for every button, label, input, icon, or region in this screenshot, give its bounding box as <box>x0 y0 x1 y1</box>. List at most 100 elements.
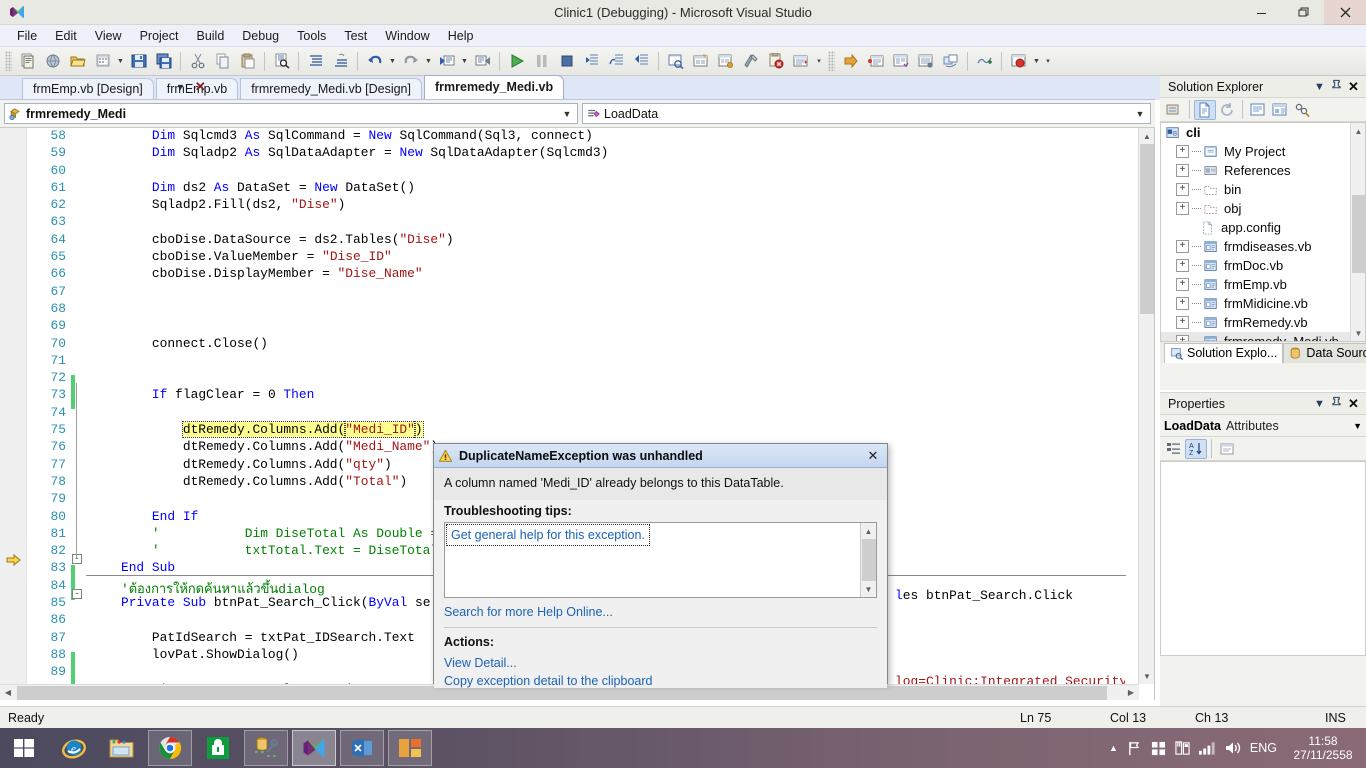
menu-edit[interactable]: Edit <box>46 26 86 46</box>
solution-tree-item-obj[interactable]: +obj <box>1161 199 1365 218</box>
uncomment-icon[interactable] <box>329 50 352 73</box>
view-detail-link[interactable]: View Detail... <box>444 656 517 670</box>
tips-scroll-up-icon[interactable]: ▲ <box>861 523 876 539</box>
solution-tree[interactable]: Bcli+My Project+References+bin+objapp.co… <box>1160 122 1366 342</box>
keyboard-icon[interactable] <box>1175 741 1190 756</box>
code-line[interactable]: 64 cboDise.DataSource = ds2.Tables("Dise… <box>0 232 1128 249</box>
search-more-help-online-link[interactable]: Search for more Help Online... <box>444 605 613 619</box>
menu-debug[interactable]: Debug <box>233 26 288 46</box>
find-icon[interactable] <box>270 50 293 73</box>
expand-collapse-icon[interactable]: + <box>1176 335 1189 342</box>
debug-toolbar-overflow-button[interactable]: ▾ <box>1042 50 1054 73</box>
code-line[interactable]: 71 <box>0 353 1128 370</box>
close-button[interactable] <box>1324 0 1366 25</box>
exception-dialog-close-icon[interactable]: ✕ <box>863 448 883 464</box>
document-tab-frmremedy-medi[interactable]: frmremedy_Medi.vb <box>424 75 564 99</box>
expand-collapse-icon[interactable]: + <box>1176 297 1189 310</box>
code-line[interactable]: 68 <box>0 301 1128 318</box>
new-website-icon[interactable] <box>41 50 64 73</box>
vertical-scroll-thumb[interactable] <box>1140 144 1154 314</box>
debug-toolbar-grip[interactable] <box>828 51 835 71</box>
menu-test[interactable]: Test <box>335 26 376 46</box>
view-code-icon[interactable] <box>1247 100 1269 120</box>
editor-vertical-scrollbar[interactable]: ▲ ▼ <box>1138 128 1154 684</box>
paste-icon[interactable] <box>236 50 259 73</box>
copy-icon[interactable] <box>211 50 234 73</box>
restore-button[interactable] <box>1282 0 1324 25</box>
tree-scroll-up-icon[interactable]: ▲ <box>1351 123 1366 139</box>
language-indicator[interactable]: ENG <box>1250 741 1277 755</box>
solution-tree-item-frmdiseases-vb[interactable]: +frmdiseases.vb <box>1161 237 1365 256</box>
error-list-icon[interactable] <box>764 50 787 73</box>
scroll-up-icon[interactable]: ▲ <box>1139 128 1155 144</box>
volume-icon[interactable] <box>1225 741 1241 755</box>
toolbar-overflow-button[interactable]: ▾ <box>813 50 825 73</box>
code-line[interactable]: 61 Dim ds2 As DataSet = New DataSet() <box>0 180 1128 197</box>
code-line[interactable]: 65 cboDise.ValueMember = "Dise_ID" <box>0 249 1128 266</box>
exception-settings-icon[interactable] <box>1007 50 1030 73</box>
solution-tree-item-frmmidicine-vb[interactable]: +frmMidicine.vb <box>1161 294 1365 313</box>
scroll-left-icon[interactable]: ◀ <box>0 685 16 699</box>
solution-tree-item-cli[interactable]: Bcli <box>1161 123 1365 142</box>
menu-tools[interactable]: Tools <box>288 26 335 46</box>
expand-collapse-icon[interactable]: + <box>1176 164 1189 177</box>
copy-exception-detail-link[interactable]: Copy exception detail to the clipboard <box>444 674 652 688</box>
tab-solution-explorer[interactable]: Solution Explo... <box>1164 343 1283 363</box>
properties-object-selector[interactable]: LoadData Attributes ▼ <box>1160 415 1366 437</box>
action-center-flag-icon[interactable] <box>1127 741 1142 756</box>
visual-studio-icon[interactable] <box>292 730 336 766</box>
properties-window-icon[interactable] <box>689 50 712 73</box>
file-explorer-icon[interactable] <box>100 730 144 766</box>
code-line[interactable]: 58 Dim Sqlcmd3 As SqlCommand = New SqlCo… <box>0 128 1128 145</box>
watch-window-icon[interactable] <box>889 50 912 73</box>
menu-file[interactable]: File <box>8 26 46 46</box>
network-signal-icon[interactable] <box>1199 741 1216 755</box>
navigate-backward-icon[interactable] <box>435 50 458 73</box>
properties-search-icon[interactable] <box>1291 100 1313 120</box>
menu-view[interactable]: View <box>86 26 131 46</box>
tip-link-general-help[interactable]: Get general help for this exception. <box>447 525 649 545</box>
toolbar-grip[interactable] <box>5 51 12 71</box>
windows-store-icon[interactable] <box>196 730 240 766</box>
solution-tree-item-bin[interactable]: +bin <box>1161 180 1365 199</box>
code-line[interactable]: 67 <box>0 284 1128 301</box>
new-project-icon[interactable] <box>16 50 39 73</box>
save-icon[interactable] <box>127 50 150 73</box>
step-out-icon[interactable] <box>630 50 653 73</box>
solution-tree-item-my-project[interactable]: +My Project <box>1161 142 1365 161</box>
save-all-icon[interactable] <box>152 50 175 73</box>
solution-tree-item-frmdoc-vb[interactable]: +frmDoc.vb <box>1161 256 1365 275</box>
expand-collapse-icon[interactable]: + <box>1176 240 1189 253</box>
code-line[interactable]: 73 If flagClear = 0 Then <box>0 387 1128 404</box>
expand-collapse-icon[interactable]: + <box>1176 183 1189 196</box>
code-line[interactable]: 62 Sqladp2.Fill(ds2, "Dise") <box>0 197 1128 214</box>
tab-data-sources[interactable]: Data Sources <box>1283 343 1366 363</box>
troubleshooting-tips-box[interactable]: Get general help for this exception. ▲ ▼ <box>444 522 877 598</box>
tree-scroll-thumb[interactable] <box>1352 195 1365 273</box>
cut-icon[interactable] <box>186 50 209 73</box>
solution-tree-item-frmremedy-vb[interactable]: +frmRemedy.vb <box>1161 313 1365 332</box>
code-line[interactable]: 74 <box>0 405 1128 422</box>
solution-tree-scrollbar[interactable]: ▲ ▼ <box>1350 123 1365 341</box>
threads-icon[interactable] <box>939 50 962 73</box>
alphabetical-icon[interactable]: AZ <box>1185 439 1207 459</box>
show-all-files-icon[interactable] <box>1194 100 1216 120</box>
tips-scroll-down-icon[interactable]: ▼ <box>861 581 876 597</box>
start-button[interactable] <box>0 728 48 768</box>
scroll-right-icon[interactable]: ▶ <box>1123 685 1139 699</box>
comment-icon[interactable] <box>304 50 327 73</box>
code-line[interactable]: 75 dtRemedy.Columns.Add("Medi_ID") <box>0 422 1128 439</box>
add-new-item-dropdown-icon[interactable]: ▼ <box>115 50 126 73</box>
code-line[interactable]: 70 connect.Close() <box>0 336 1128 353</box>
solution-tree-item-app-config[interactable]: app.config <box>1161 218 1365 237</box>
solution-explorer-dropdown-icon[interactable]: ▼ <box>1311 81 1328 93</box>
code-line[interactable]: 72 <box>0 370 1128 387</box>
add-new-item-icon[interactable] <box>91 50 114 73</box>
menu-window[interactable]: Window <box>376 26 438 46</box>
menu-build[interactable]: Build <box>187 26 233 46</box>
expand-collapse-icon[interactable]: + <box>1176 278 1189 291</box>
immediate-window-icon[interactable] <box>864 50 887 73</box>
expand-collapse-icon[interactable]: + <box>1176 316 1189 329</box>
close-document-icon[interactable]: ✕ <box>195 79 206 95</box>
menu-help[interactable]: Help <box>439 26 483 46</box>
